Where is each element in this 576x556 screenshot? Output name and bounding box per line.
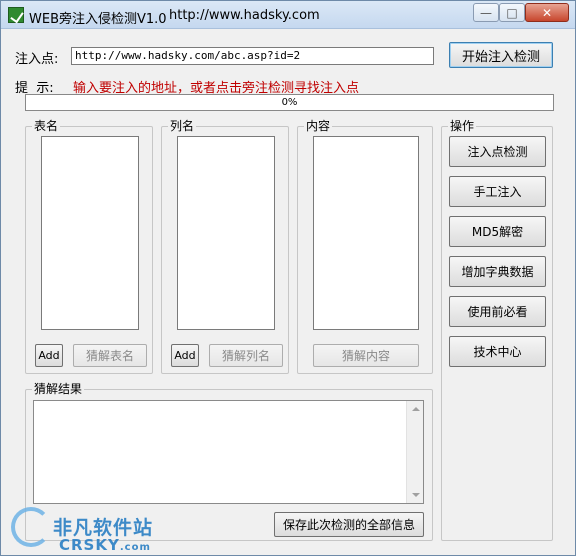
- tables-group-title: 表名: [32, 119, 61, 133]
- window-title: WEB旁注入侵检测V1.0: [29, 12, 167, 27]
- progress-bar: 0%: [25, 94, 554, 111]
- maximize-button[interactable]: □: [499, 3, 525, 22]
- minimize-icon: —: [480, 5, 492, 20]
- columns-group: 列名 Add 猜解列名: [161, 119, 289, 374]
- progress-text: 0%: [281, 97, 298, 108]
- content-group: 内容 猜解内容: [297, 119, 433, 374]
- guess-columns-button[interactable]: 猜解列名: [209, 344, 283, 367]
- scroll-up-icon[interactable]: [412, 407, 420, 411]
- scroll-down-icon[interactable]: [412, 493, 420, 497]
- watermark-en-text: CRSKY: [59, 536, 120, 554]
- add-column-button[interactable]: Add: [171, 344, 199, 367]
- result-group-title: 猜解结果: [32, 382, 85, 396]
- columns-group-title: 列名: [168, 119, 197, 133]
- minimize-button[interactable]: —: [473, 3, 499, 22]
- watermark-logo-icon: [11, 507, 51, 547]
- inject-label: 注入点:: [15, 52, 59, 67]
- app-window: WEB旁注入侵检测V1.0 http://www.hadsky.com — □ …: [0, 0, 576, 556]
- watermark-suffix: .com: [119, 542, 151, 553]
- op-must-read-button[interactable]: 使用前必看: [449, 296, 546, 327]
- title-bar: WEB旁注入侵检测V1.0 http://www.hadsky.com — □ …: [1, 1, 575, 29]
- close-icon: ✕: [541, 5, 553, 20]
- operations-group: 操作 注入点检测 手工注入 MD5解密 增加字典数据 使用前必看 技术中心: [441, 119, 553, 541]
- maximize-icon: □: [506, 5, 518, 20]
- content-listbox[interactable]: [313, 136, 419, 330]
- app-icon: [8, 7, 24, 23]
- watermark-en: CRSKY.com: [59, 536, 151, 554]
- result-scrollbar[interactable]: [406, 401, 423, 503]
- save-results-button[interactable]: 保存此次检测的全部信息: [274, 512, 424, 537]
- operations-group-title: 操作: [448, 119, 477, 133]
- content-group-title: 内容: [304, 119, 333, 133]
- columns-listbox[interactable]: [177, 136, 275, 330]
- guess-tables-button[interactable]: 猜解表名: [73, 344, 147, 367]
- watermark: 非凡软件站 CRSKY.com: [1, 499, 171, 556]
- op-tech-center-button[interactable]: 技术中心: [449, 336, 546, 367]
- guess-content-button[interactable]: 猜解内容: [313, 344, 419, 367]
- start-inject-button[interactable]: 开始注入检测: [449, 42, 553, 68]
- op-md5-decrypt-button[interactable]: MD5解密: [449, 216, 546, 247]
- result-textarea[interactable]: [33, 400, 424, 504]
- close-button[interactable]: ✕: [525, 3, 569, 22]
- op-inject-detect-button[interactable]: 注入点检测: [449, 136, 546, 167]
- add-table-button[interactable]: Add: [35, 344, 63, 367]
- tables-group: 表名 Add 猜解表名: [25, 119, 153, 374]
- window-title-url: http://www.hadsky.com: [169, 8, 320, 23]
- tables-listbox[interactable]: [41, 136, 139, 330]
- op-manual-inject-button[interactable]: 手工注入: [449, 176, 546, 207]
- op-add-dictionary-button[interactable]: 增加字典数据: [449, 256, 546, 287]
- inject-url-input[interactable]: http://www.hadsky.com/abc.asp?id=2: [71, 47, 434, 65]
